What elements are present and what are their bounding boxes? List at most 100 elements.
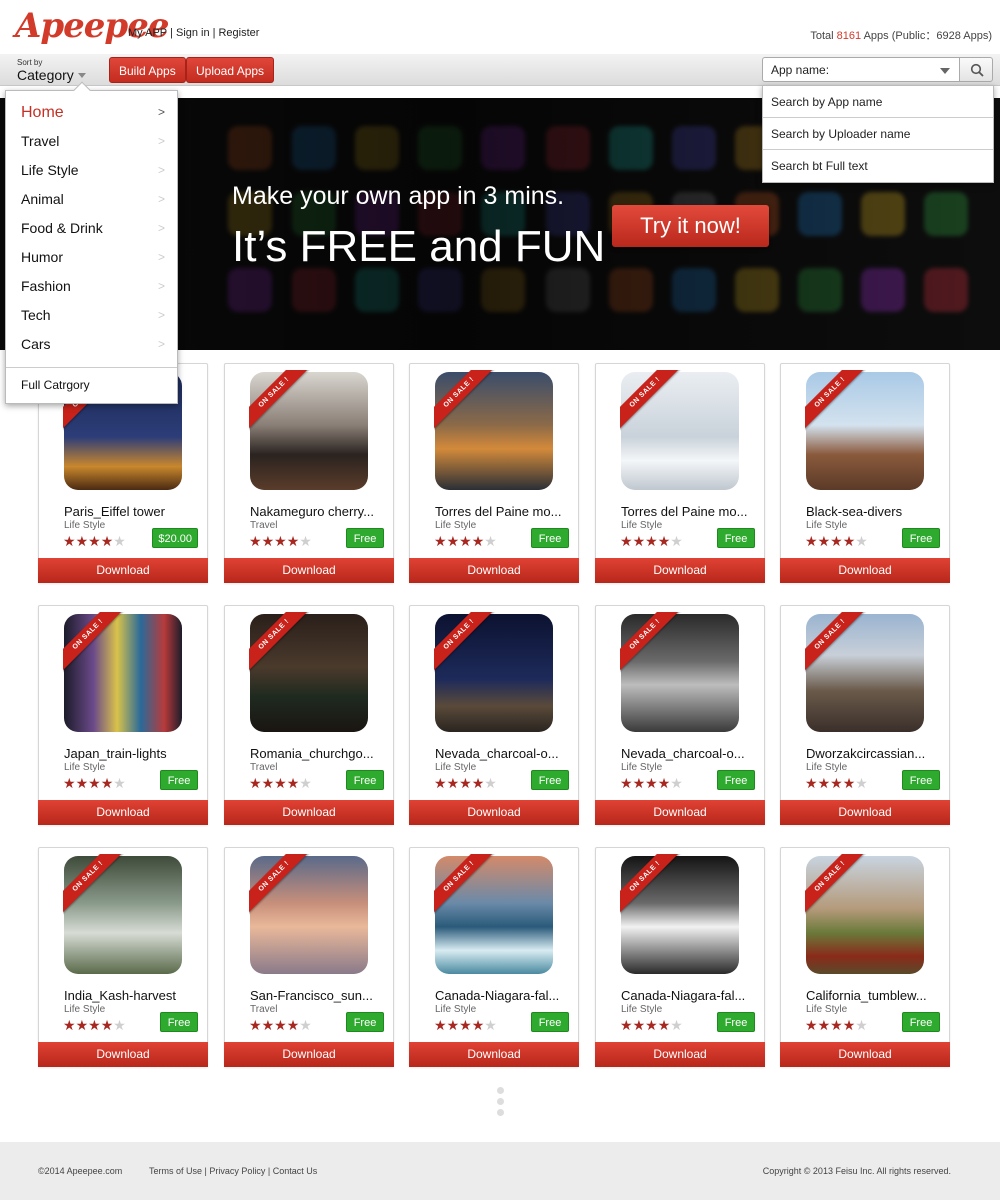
app-card[interactable]: ON SALE ! Canada-Niagara-fal... Life Style… [409, 847, 579, 1067]
load-more-indicator[interactable] [497, 1087, 504, 1120]
site-logo[interactable]: Apeepee [15, 6, 169, 46]
app-card[interactable]: ON SALE ! Nevada_charcoal-o... Life Style ★… [409, 605, 579, 825]
on-sale-ribbon: ON SALE ! [249, 370, 311, 432]
price-badge: Free [717, 770, 755, 790]
search-option-uploader-name[interactable]: Search by Uploader name [763, 118, 993, 150]
app-card[interactable]: ON SALE ! Black-sea-divers Life Style ★★★★★… [780, 363, 950, 583]
category-item-fashion[interactable]: Fashion > [6, 272, 177, 301]
app-name[interactable]: Japan_train-lights [64, 746, 204, 761]
app-card[interactable]: ON SALE ! Japan_train-lights Life Style ★★★… [38, 605, 208, 825]
app-card[interactable]: ON SALE ! Torres del Paine mo... Life Styl… [595, 363, 765, 583]
download-button[interactable]: Download [224, 1042, 394, 1067]
chevron-right-icon: > [157, 163, 165, 177]
app-name[interactable]: Torres del Paine mo... [435, 504, 575, 519]
category-item-life-style[interactable]: Life Style > [6, 156, 177, 185]
category-item-home[interactable]: Home > [6, 98, 177, 127]
star-icon: ★ [261, 775, 275, 791]
app-category: Travel [250, 1004, 278, 1015]
footer: ©2014 Apeepee.com Terms of Use | Privacy… [0, 1142, 1000, 1200]
download-button[interactable]: Download [780, 1042, 950, 1067]
sign-in-link[interactable]: Sign in [176, 27, 210, 39]
download-button[interactable]: Download [409, 558, 579, 583]
contact-us-link[interactable]: Contact Us [273, 1166, 318, 1176]
on-sale-label: ON SALE ! [249, 854, 311, 914]
download-button[interactable]: Download [780, 558, 950, 583]
search-option-full-text[interactable]: Search bt Full text [763, 150, 993, 182]
app-name[interactable]: Nevada_charcoal-o... [621, 746, 761, 761]
app-name[interactable]: California_tumblew... [806, 988, 946, 1003]
app-name[interactable]: Torres del Paine mo... [621, 504, 761, 519]
on-sale-label: ON SALE ! [620, 370, 682, 430]
terms-of-use-link[interactable]: Terms of Use [149, 1166, 202, 1176]
privacy-policy-link[interactable]: Privacy Policy [209, 1166, 265, 1176]
app-card[interactable]: ON SALE ! Nevada_charcoal-o... Life Style ★… [595, 605, 765, 825]
app-card[interactable]: ON SALE ! India_Kash-harvest Life Style ★★★… [38, 847, 208, 1067]
sort-by-dropdown[interactable]: Sort by Category [17, 58, 86, 85]
try-it-now-button[interactable]: Try it now! [612, 205, 769, 247]
app-card[interactable]: ON SALE ! Torres del Paine mo... Life Styl… [409, 363, 579, 583]
search-button[interactable] [959, 57, 993, 82]
full-category-link[interactable]: Full Catrgory [21, 378, 90, 392]
download-button[interactable]: Download [595, 800, 765, 825]
app-rating: ★★★★★ [434, 1017, 497, 1033]
app-card[interactable]: ON SALE ! Canada-Niagara-fal... Life Style… [595, 847, 765, 1067]
top-bar: Apeepee My APP | Sign in | Register Total 81… [0, 0, 1000, 55]
download-button[interactable]: Download [224, 800, 394, 825]
download-button[interactable]: Download [38, 800, 208, 825]
on-sale-label: ON SALE ! [620, 854, 682, 914]
star-icon: ★ [645, 1017, 658, 1033]
app-card[interactable]: ON SALE ! San-Francisco_sun... Travel ★★★★★… [224, 847, 394, 1067]
app-card[interactable]: ON SALE ! Dworzakcircassian... Life Style ★… [780, 605, 950, 825]
app-rating: ★★★★★ [63, 775, 126, 791]
search-option-app-name[interactable]: Search by App name [763, 86, 993, 118]
category-label: Life Style [21, 162, 79, 178]
category-dropdown-menu: Home > Travel > Life Style > Animal > Food &… [5, 81, 178, 404]
download-button[interactable]: Download [38, 1042, 208, 1067]
app-name[interactable]: Canada-Niagara-fal... [621, 988, 761, 1003]
star-icon: ★ [620, 775, 633, 791]
category-item-cars[interactable]: Cars > [6, 330, 177, 359]
upload-apps-button[interactable]: Upload Apps [186, 57, 275, 83]
search-type-select[interactable]: App name: [762, 57, 960, 82]
app-category: Life Style [621, 762, 663, 773]
app-name[interactable]: Paris_Eiffel tower [64, 504, 204, 519]
star-icon: ★ [286, 1017, 300, 1033]
app-name[interactable]: Dworzakcircassian... [806, 746, 946, 761]
category-item-travel[interactable]: Travel > [6, 127, 177, 156]
star-icon: ★ [842, 1017, 856, 1033]
star-icon: ★ [286, 775, 300, 791]
build-apps-button[interactable]: Build Apps [109, 57, 186, 83]
register-link[interactable]: Register [218, 27, 259, 39]
category-item-humor[interactable]: Humor > [6, 243, 177, 272]
star-icon: ★ [817, 775, 831, 791]
app-card[interactable]: ON SALE ! California_tumblew... Life Style… [780, 847, 950, 1067]
app-name[interactable]: San-Francisco_sun... [250, 988, 390, 1003]
download-button[interactable]: Download [224, 558, 394, 583]
download-button[interactable]: Download [595, 558, 765, 583]
category-item-animal[interactable]: Animal > [6, 185, 177, 214]
app-name[interactable]: Romania_churchgo... [250, 746, 390, 761]
app-name[interactable]: India_Kash-harvest [64, 988, 204, 1003]
download-button[interactable]: Download [409, 800, 579, 825]
star-icon: ★ [670, 533, 683, 549]
download-button[interactable]: Download [595, 1042, 765, 1067]
app-name[interactable]: Black-sea-divers [806, 504, 946, 519]
download-button[interactable]: Download [409, 1042, 579, 1067]
download-button[interactable]: Download [780, 800, 950, 825]
on-sale-ribbon: ON SALE ! [620, 370, 682, 432]
my-app-link[interactable]: My APP [128, 27, 167, 39]
star-icon: ★ [113, 775, 126, 791]
category-item-food-drink[interactable]: Food & Drink > [6, 214, 177, 243]
app-card[interactable]: ON SALE ! Romania_churchgo... Travel ★★★★★ F… [224, 605, 394, 825]
app-name[interactable]: Nevada_charcoal-o... [435, 746, 575, 761]
star-icon: ★ [817, 1017, 831, 1033]
app-name[interactable]: Canada-Niagara-fal... [435, 988, 575, 1003]
app-card[interactable]: ON SALE ! Nakameguro cherry... Travel ★★★★★… [224, 363, 394, 583]
download-button[interactable]: Download [38, 558, 208, 583]
on-sale-ribbon: ON SALE ! [805, 370, 867, 432]
price-badge: Free [160, 1012, 198, 1032]
app-name[interactable]: Nakameguro cherry... [250, 504, 390, 519]
category-item-tech[interactable]: Tech > [6, 301, 177, 330]
search-type-value: App name: [771, 63, 830, 77]
star-icon: ★ [88, 1017, 101, 1033]
